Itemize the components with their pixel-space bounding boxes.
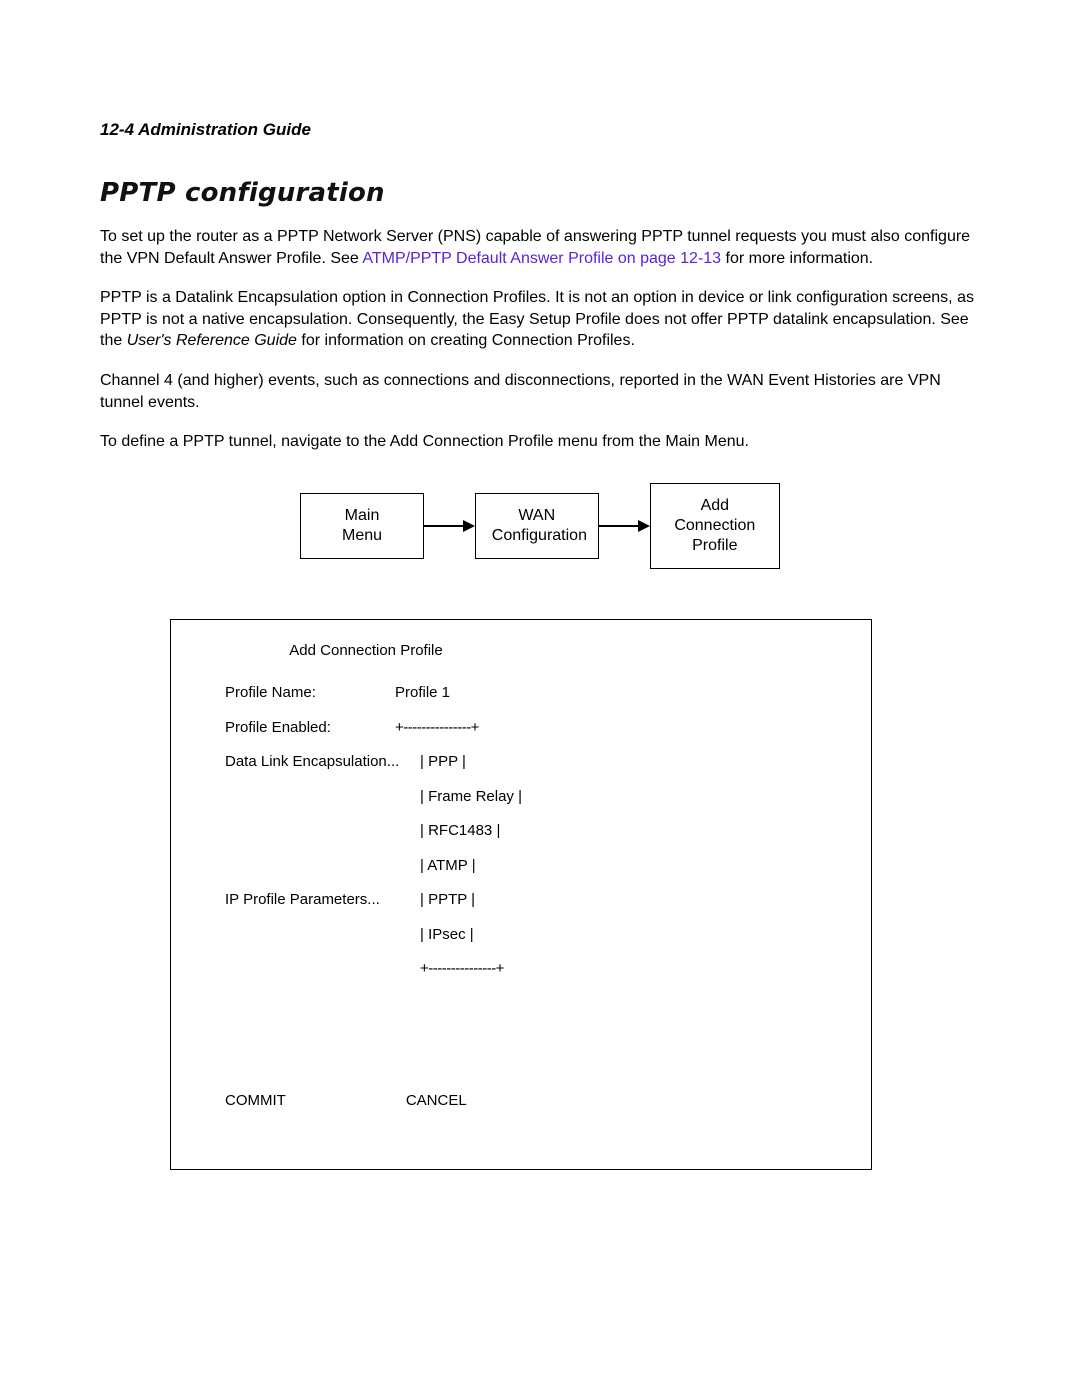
flow-box-add-connection: Add Connection Profile [650, 483, 780, 569]
option-rfc1483[interactable]: RFC1483 [428, 822, 492, 839]
paragraph-1: To set up the router as a PPTP Network S… [100, 226, 980, 269]
label-data-link: Data Link Encapsulation... [225, 753, 420, 770]
options-border-top: +---------------+ [395, 719, 479, 736]
value-profile-name: Profile 1 [395, 684, 450, 701]
paragraph-4: To define a PPTP tunnel, navigate to the… [100, 431, 980, 453]
option-ipsec[interactable]: IPsec [428, 926, 466, 943]
label-profile-enabled: Profile Enabled: [225, 719, 395, 736]
option-ppp[interactable]: PPP [428, 753, 458, 770]
terminal-body: Profile Name:Profile 1 Profile Enabled:+… [201, 667, 841, 1012]
flow-box-wan-config: WAN Configuration [475, 493, 599, 559]
flow-box-main-menu: Main Menu [300, 493, 424, 559]
terminal-title: Add Connection Profile [221, 642, 511, 659]
page-header: 12-4 Administration Guide [100, 120, 980, 140]
label-ip-params: IP Profile Parameters... [225, 891, 420, 908]
option-frame-relay[interactable]: Frame Relay [428, 788, 514, 805]
arrow-icon [599, 520, 650, 532]
option-atmp[interactable]: ATMP [427, 857, 467, 874]
page-number: 12-4 [100, 120, 134, 139]
cancel-button[interactable]: CANCEL [406, 1092, 467, 1109]
arrow-icon [424, 520, 475, 532]
options-border-bottom: +---------------+ [420, 960, 504, 977]
paragraph-3: Channel 4 (and higher) events, such as c… [100, 370, 980, 413]
document-page: 12-4 Administration Guide PPTP configura… [0, 0, 1080, 1270]
navigation-flowchart: Main Menu WAN Configuration Add Connecti… [300, 483, 780, 569]
terminal-screenshot: Add Connection Profile Profile Name:Prof… [170, 619, 872, 1171]
reference-guide-title: User's Reference Guide [127, 332, 297, 349]
commit-button[interactable]: COMMIT [225, 1092, 286, 1109]
cross-ref-link[interactable]: ATMP/PPTP Default Answer Profile on page… [362, 250, 721, 267]
label-profile-name: Profile Name: [225, 684, 395, 701]
doc-title: Administration Guide [138, 120, 311, 139]
paragraph-2: PPTP is a Datalink Encapsulation option … [100, 287, 980, 352]
section-title: PPTP configuration [100, 178, 980, 208]
option-pptp[interactable]: PPTP [428, 891, 467, 908]
